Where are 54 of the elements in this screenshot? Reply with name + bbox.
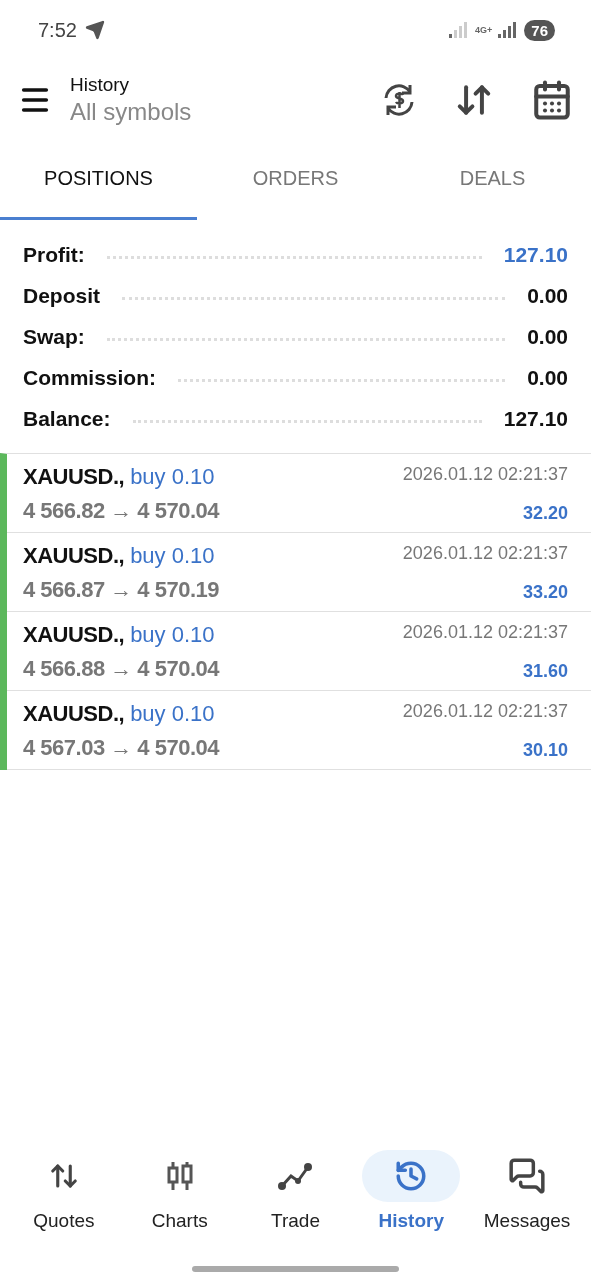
position-profit: 31.60: [522, 661, 568, 682]
position-prices: 4 566.88 → 4 570.04: [23, 656, 219, 682]
position-prices: 4 566.82 → 4 570.04: [23, 498, 219, 524]
clock-time: 7:52: [38, 18, 77, 42]
nav-tab[interactable]: Quotes: [8, 1150, 119, 1232]
summary-value: 0.00: [527, 365, 568, 390]
line-chart-icon: [277, 1161, 314, 1191]
position-symbol: XAUUSD.,: [23, 622, 125, 648]
position-time: 2026.01.12 02:21:37: [402, 543, 568, 564]
position-side: buy 0.10: [130, 543, 215, 569]
summary-value: 0.00: [527, 324, 568, 349]
symbol-filter[interactable]: All symbols: [70, 98, 192, 126]
summary-label: Balance:: [23, 406, 111, 431]
position-symbol: XAUUSD.,: [23, 701, 125, 727]
position-row[interactable]: XAUUSD., buy 0.10 4 566.88 → 4 570.04 2026.01.12 02:21:37 31.60: [7, 612, 591, 691]
calendar-button[interactable]: [531, 79, 573, 121]
position-prices: 4 567.03 → 4 570.04: [23, 735, 219, 761]
tab[interactable]: ORDERS: [197, 140, 394, 220]
tab[interactable]: POSITIONS: [0, 140, 197, 220]
summary-value: 127.10: [503, 242, 568, 267]
summary-label: Deposit: [23, 283, 100, 308]
position-side: buy 0.10: [130, 701, 215, 727]
position-side: buy 0.10: [130, 622, 215, 648]
position-time: 2026.01.12 02:21:37: [402, 622, 568, 643]
candlestick-icon: [165, 1160, 194, 1192]
position-row[interactable]: XAUUSD., buy 0.10 4 566.87 → 4 570.19 2026.01.12 02:21:37 33.20: [7, 533, 591, 612]
position-time: 2026.01.12 02:21:37: [402, 701, 568, 722]
paper-plane-icon: [84, 20, 105, 40]
position-profit: 30.10: [522, 740, 568, 761]
summary-label: Swap:: [23, 324, 85, 349]
position-time: 2026.01.12 02:21:37: [402, 464, 568, 485]
signal-icon: [498, 22, 519, 38]
summary-value: 127.10: [503, 406, 568, 431]
nav-tab[interactable]: Messages: [472, 1150, 583, 1232]
summary-value: 0.00: [527, 283, 568, 308]
position-symbol: XAUUSD.,: [23, 464, 125, 490]
position-side: buy 0.10: [130, 464, 215, 490]
position-row[interactable]: XAUUSD., buy 0.10 4 566.82 → 4 570.04 2026.01.12 02:21:37 32.20: [7, 454, 591, 533]
nav-tab[interactable]: Trade: [240, 1150, 351, 1232]
summary-label: Commission:: [23, 365, 156, 390]
tab[interactable]: DEALS: [394, 140, 591, 220]
position-profit: 32.20: [522, 503, 568, 524]
messages-icon: [508, 1157, 547, 1195]
summary-label: Profit:: [23, 242, 85, 267]
screen-title: History: [70, 74, 131, 96]
nav-tab[interactable]: Charts: [124, 1150, 235, 1232]
signal-icon: [449, 22, 470, 38]
network-type: 4G+: [475, 25, 493, 35]
position-row[interactable]: XAUUSD., buy 0.10 4 567.03 → 4 570.04 2026.01.12 02:21:37 30.10: [7, 691, 591, 770]
arrows-icon: [48, 1161, 79, 1191]
position-prices: 4 566.87 → 4 570.19: [23, 577, 219, 603]
battery-level: 76: [524, 19, 555, 41]
position-profit: 33.20: [522, 582, 568, 603]
position-symbol: XAUUSD.,: [23, 543, 125, 569]
